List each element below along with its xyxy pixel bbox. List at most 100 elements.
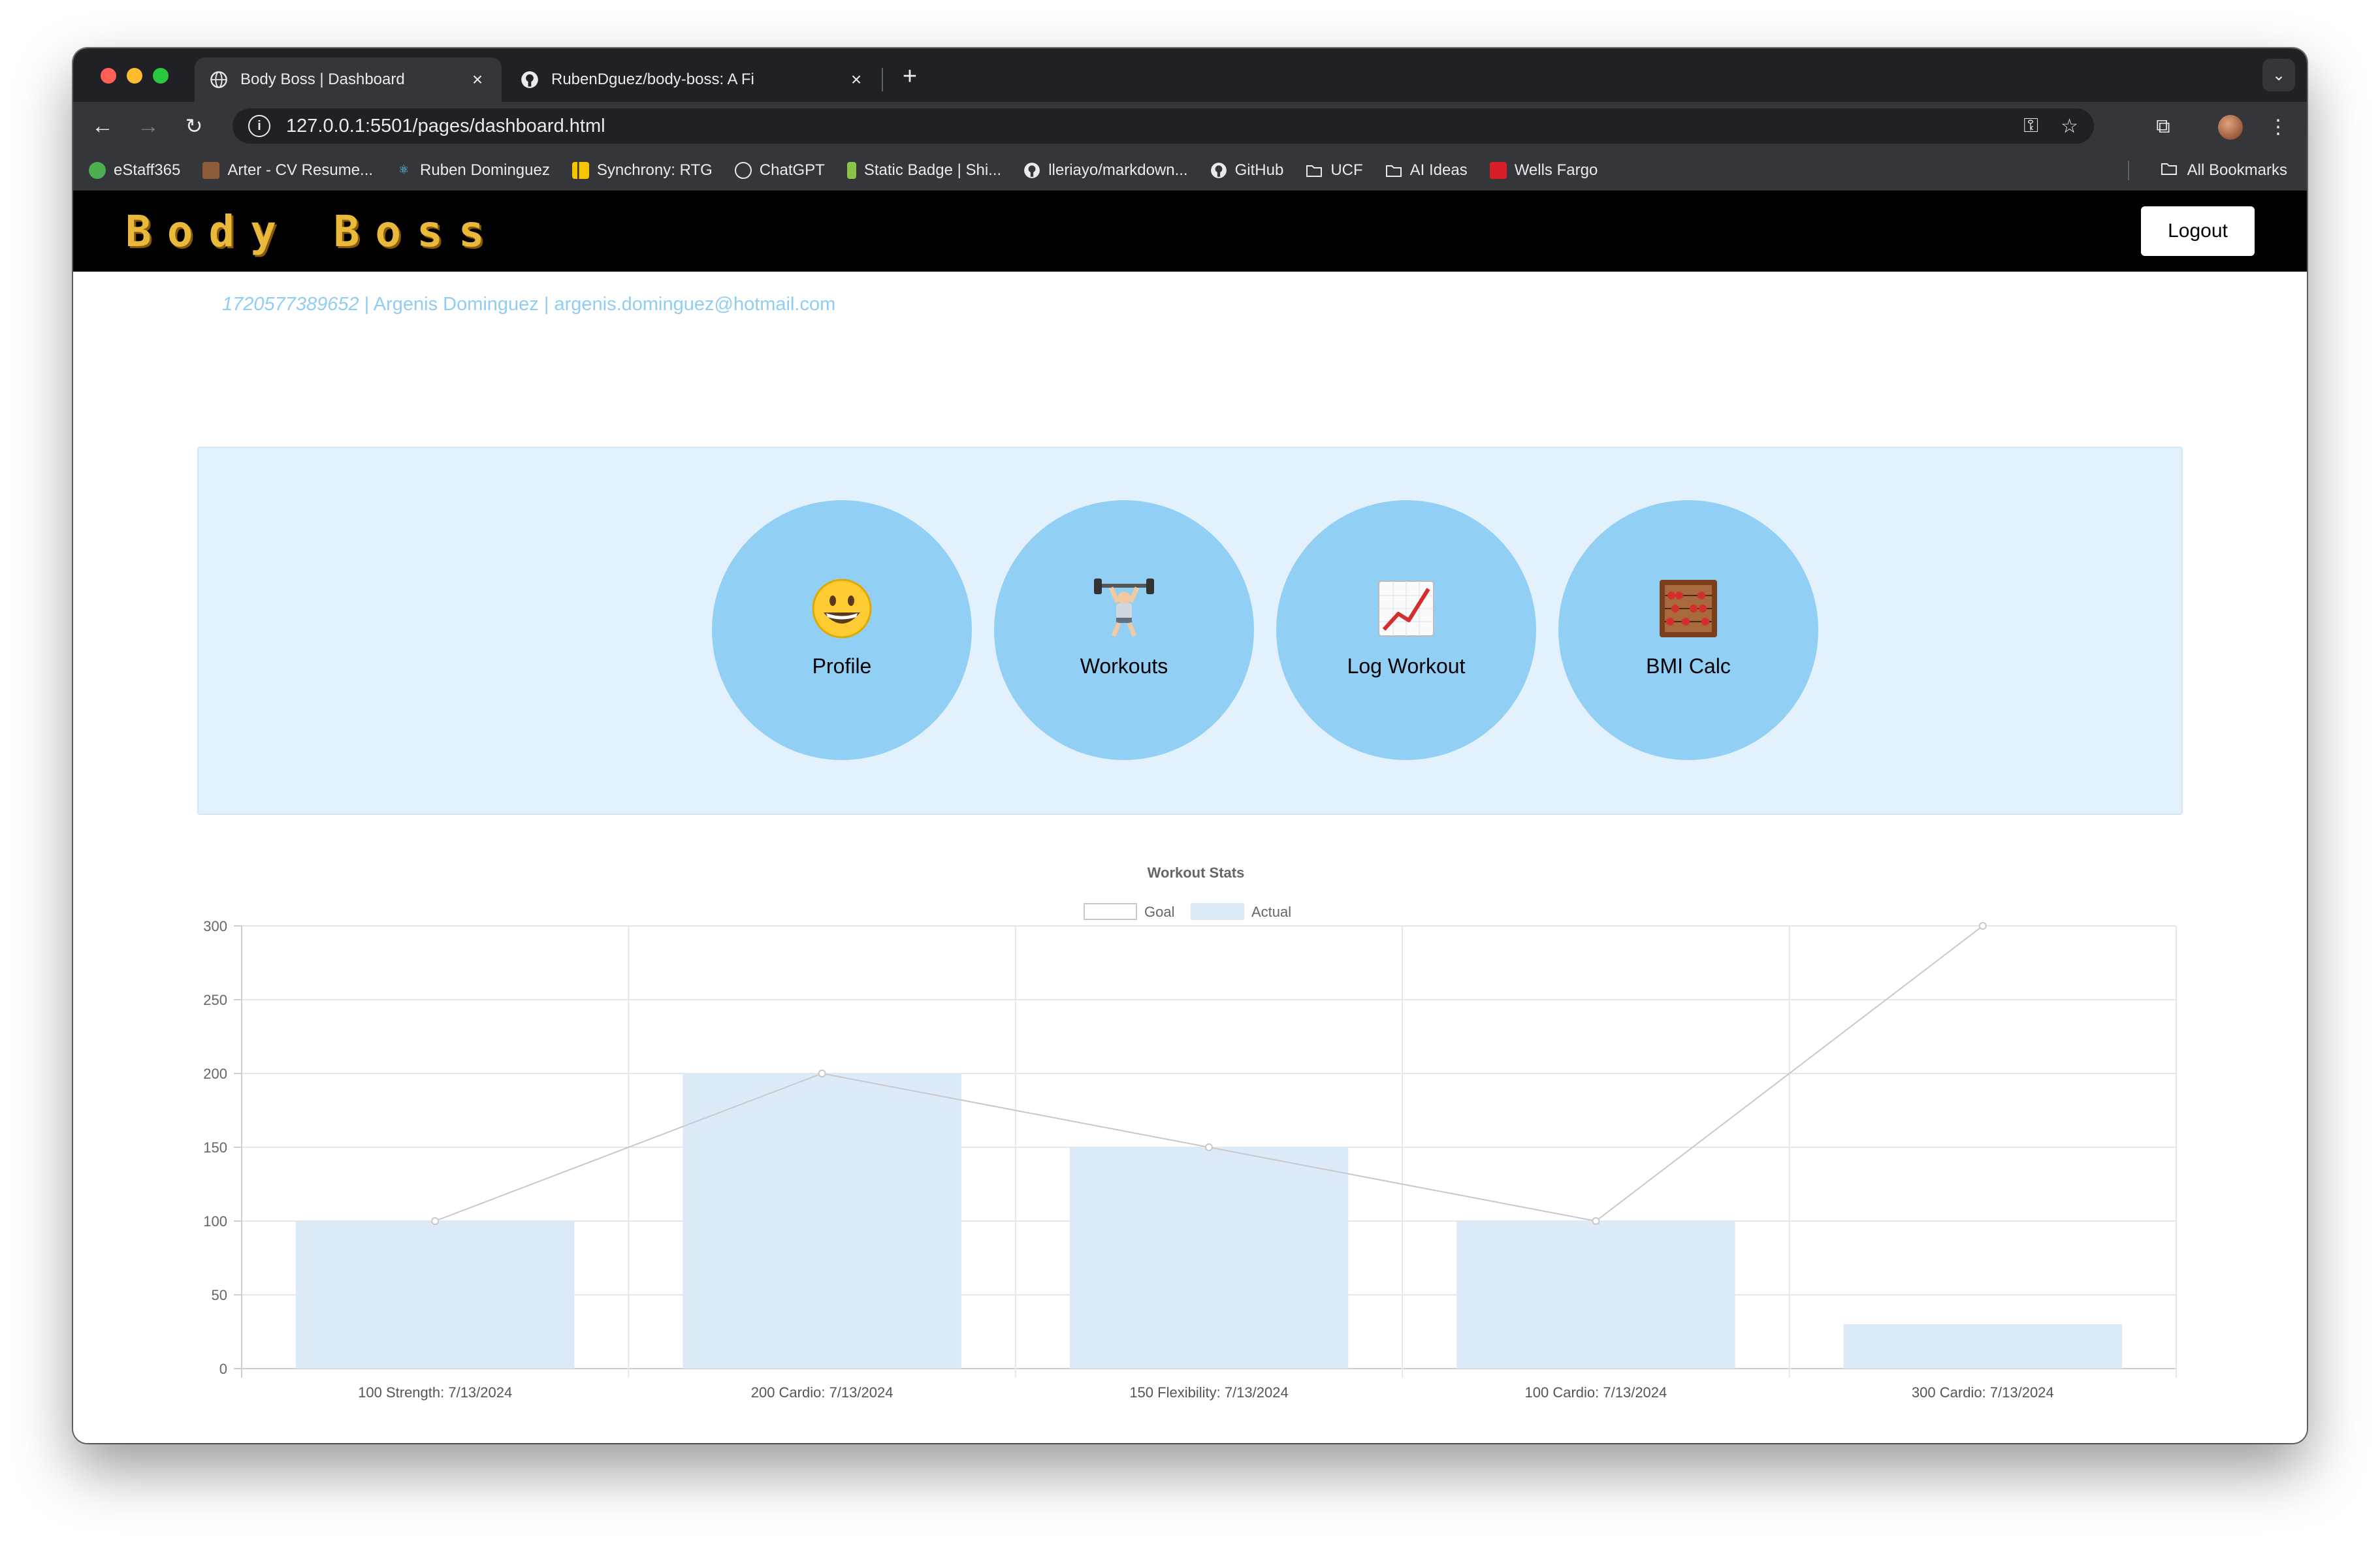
y-tick-label: 50 [212,1287,227,1303]
x-tick-label: 100 Cardio: 7/13/2024 [1525,1384,1667,1401]
tab-dashboard[interactable]: Body Boss | Dashboard × [195,57,502,102]
bookmark-wells-fargo[interactable]: Wells Fargo [1489,161,1598,180]
y-tick-label: 250 [203,992,227,1008]
bookmark-github[interactable]: GitHub [1210,161,1283,180]
separator: | [538,294,555,315]
react-icon: ⚛ [398,163,410,176]
back-arrow-icon[interactable]: ← [88,111,118,141]
tab-divider [882,68,883,91]
forward-arrow-icon[interactable]: → [133,111,163,141]
workout-stats-chart: Workout Stats Goal Actual 0 50 100 150 200 250 30… [73,863,2307,1418]
tile-workouts[interactable]: Workouts [994,500,1254,760]
bookmark-synchrony[interactable]: Synchrony: RTG [571,161,713,180]
folder-icon [1385,162,1402,179]
point-goal [818,1070,826,1077]
tab-label: Body Boss | Dashboard [240,71,405,88]
user-id: 1720577389652 [222,294,359,315]
bookmark-static-badge[interactable]: Static Badge | Shi... [846,161,1001,180]
chart-title: Workout Stats [1148,865,1245,881]
bar-actual [683,1073,961,1369]
logout-button[interactable]: Logout [2141,206,2255,256]
bookmark-folder-ai-ideas[interactable]: AI Ideas [1385,161,1468,180]
grinning-face-icon [812,579,872,638]
chart-svg: Workout Stats Goal Actual 0 50 100 150 200 250 30… [203,865,2177,1401]
legend-label-goal: Goal [1144,904,1174,920]
bookmark-star-icon[interactable]: ☆ [2061,115,2078,138]
reload-icon[interactable]: ↻ [179,111,209,141]
weightlifter-icon [1094,578,1154,637]
x-tick-label: 200 Cardio: 7/13/2024 [751,1384,893,1401]
tile-bmi-calc[interactable]: BMI Calc [1558,500,1818,760]
tab-github[interactable]: RubenDguez/body-boss: A Fi × [506,57,880,102]
menu-kebab-icon[interactable]: ⋮ [2264,112,2292,141]
profile-avatar[interactable] [2218,115,2243,140]
brand-logo: Body Boss [125,206,500,257]
github-icon [1023,162,1040,179]
extensions-icon[interactable]: ⧉ [2149,112,2178,141]
bookmark-ruben-dominguez[interactable]: ⚛ Ruben Dominguez [395,161,550,180]
point-goal [1978,922,1987,930]
bookmark-folder-ucf[interactable]: UCF [1306,161,1363,180]
folder-icon [2160,161,2178,180]
point-goal [431,1217,440,1225]
zoom-window-button[interactable] [153,68,169,84]
bookmarks-divider [2128,161,2129,180]
chatgpt-icon [734,161,752,179]
arter-icon [202,161,220,179]
tile-profile[interactable]: Profile [712,500,972,760]
y-tick-label: 300 [203,918,227,934]
bar-actual [295,1221,575,1369]
bookmark-arter[interactable]: Arter - CV Resume... [202,161,373,180]
tab-label: RubenDguez/body-boss: A Fi [551,71,754,88]
y-tick-label: 150 [203,1139,227,1156]
synchrony-icon [571,161,589,179]
address-bar[interactable]: i 127.0.0.1:5501/pages/dashboard.html ⚿ … [233,108,2094,144]
x-tick-label: 150 Flexibility: 7/13/2024 [1129,1384,1288,1401]
dashboard-tiles: Profile Workouts Log Workout BMI Calc [197,447,2183,815]
new-tab-button[interactable]: + [893,60,926,93]
bookmark-markdown[interactable]: lleriayo/markdown... [1023,161,1188,180]
close-tab-icon[interactable]: × [846,69,866,90]
tile-log-workout[interactable]: Log Workout [1276,500,1536,760]
github-icon [1210,162,1227,179]
user-info: 1720577389652 | Argenis Dominguez | arge… [222,294,835,315]
folder-icon [1306,162,1323,179]
bookmark-estaff365[interactable]: eStaff365 [89,161,180,180]
estaff-icon [89,161,106,179]
y-tick-label: 100 [203,1213,227,1230]
y-tick-label: 0 [219,1361,227,1377]
all-bookmarks-button[interactable]: All Bookmarks [2160,150,2287,191]
tab-strip: Body Boss | Dashboard × RubenDguez/body-… [73,48,2307,102]
bar-actual [1843,1324,2123,1369]
site-info-icon[interactable]: i [248,115,270,137]
wellsfargo-icon [1489,161,1507,179]
x-tick-label: 300 Cardio: 7/13/2024 [1912,1384,2054,1401]
user-name: Argenis Dominguez [373,294,539,315]
bar-actual [1069,1147,1349,1369]
tile-label: Log Workout [1347,654,1466,678]
bookmarks-bar: eStaff365 Arter - CV Resume... ⚛ Ruben D… [73,150,2307,191]
tab-search-chevron-icon[interactable]: ⌄ [2262,59,2295,91]
url-text: 127.0.0.1:5501/pages/dashboard.html [286,115,605,136]
chart-increasing-icon [1378,580,1434,637]
password-key-icon[interactable]: ⚿ [2023,115,2038,137]
site-navbar: Body Boss Logout [73,191,2307,272]
y-tick-label: 200 [203,1066,227,1082]
bookmark-chatgpt[interactable]: ChatGPT [734,161,825,180]
minimize-window-button[interactable] [127,68,142,84]
github-icon [520,70,539,89]
x-tick-label: 100 Strength: 7/13/2024 [358,1384,512,1401]
separator: | [359,294,374,315]
tile-label: Workouts [1080,654,1168,678]
bar-actual [1456,1221,1735,1369]
page-content: Body Boss Logout 1720577389652 | Argenis… [73,191,2307,1443]
close-window-button[interactable] [101,68,116,84]
point-goal [1592,1217,1600,1225]
legend-swatch-actual [1191,903,1244,920]
browser-window: Body Boss | Dashboard × RubenDguez/body-… [73,48,2307,1443]
point-goal [1205,1143,1213,1151]
close-tab-icon[interactable]: × [468,69,487,90]
tile-label: BMI Calc [1646,654,1731,678]
tile-label: Profile [812,654,872,678]
abacus-icon [1660,579,1717,637]
